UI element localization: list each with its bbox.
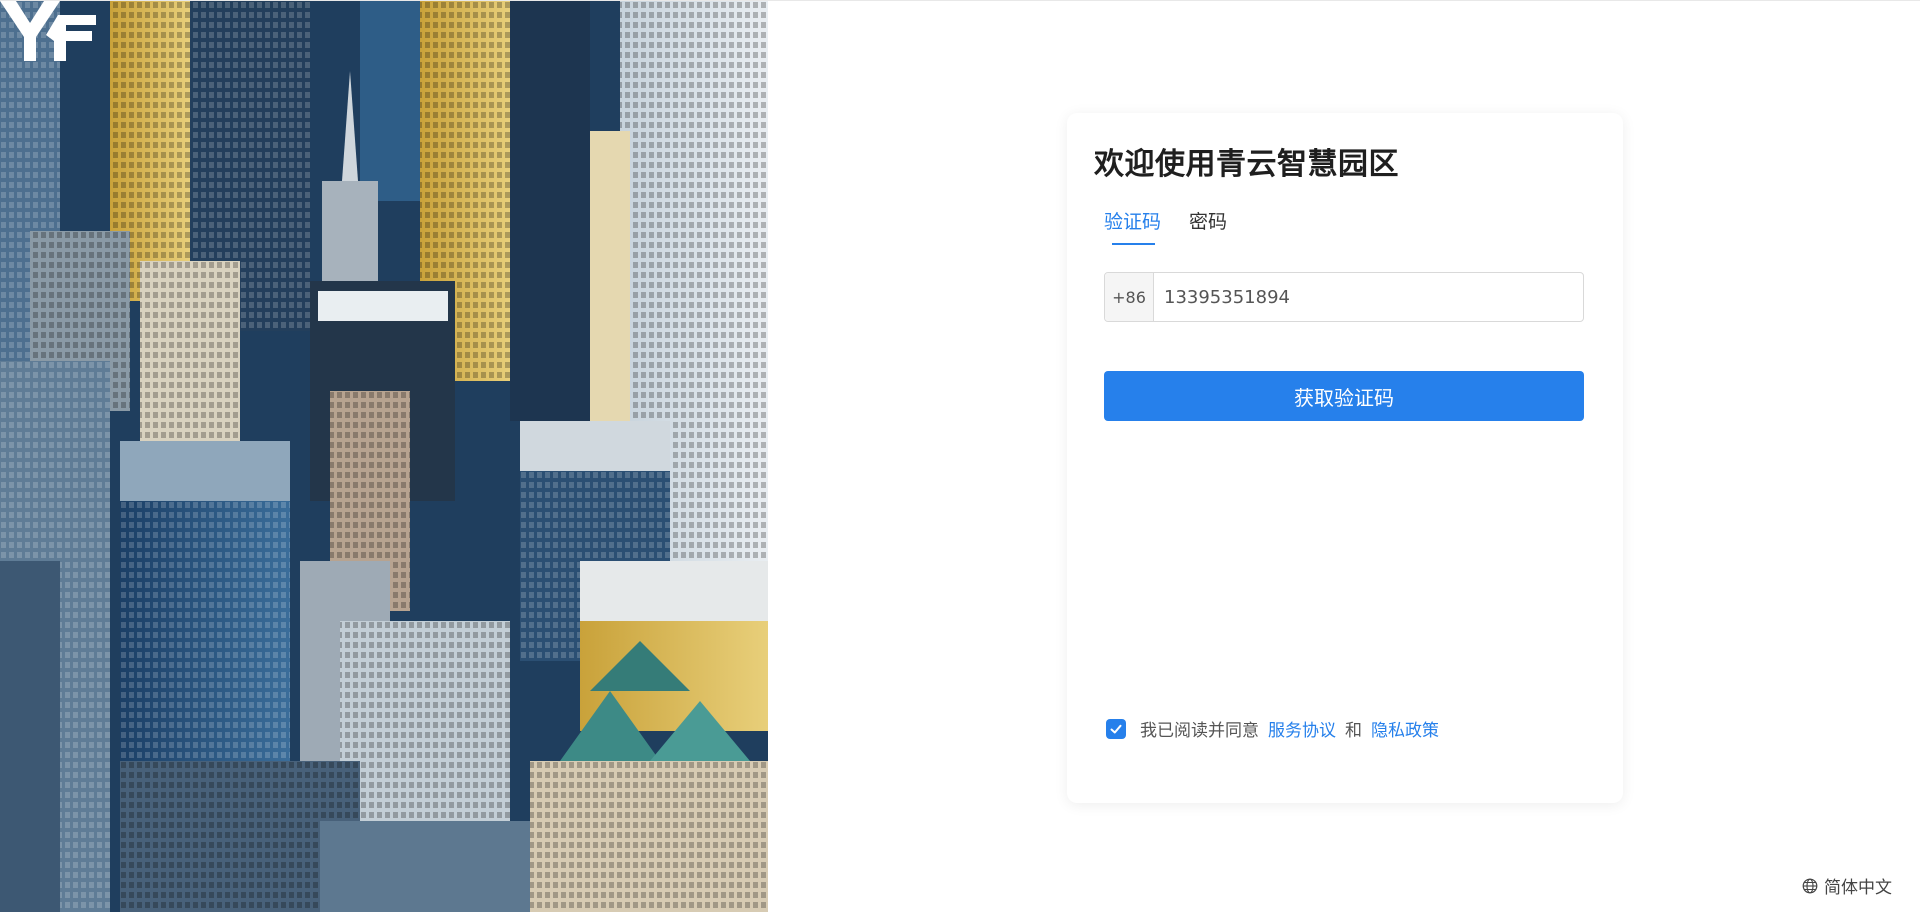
active-tab-indicator (1112, 243, 1155, 245)
check-icon (1110, 724, 1122, 733)
tab-password[interactable]: 密码 (1189, 207, 1227, 234)
agreement-text: 我已阅读并同意 (1140, 721, 1259, 741)
privacy-policy-link[interactable]: 隐私政策 (1371, 716, 1439, 741)
globe-icon (1802, 878, 1818, 893)
city-background-image (0, 1, 768, 912)
country-code-prefix[interactable]: +86 (1105, 273, 1154, 321)
phone-input[interactable] (1154, 273, 1583, 321)
language-label: 简体中文 (1824, 878, 1892, 898)
agreement-checkbox[interactable] (1106, 718, 1126, 739)
agreement-row: 我已阅读并同意 服务协议 和 隐私政策 (1106, 716, 1448, 741)
company-logo (0, 1, 96, 61)
login-card: 欢迎使用青云智慧园区 验证码 密码 +86 获取验证码 我已阅读并同意 服务协议… (1067, 113, 1623, 803)
service-agreement-link[interactable]: 服务协议 (1268, 716, 1336, 741)
phone-field-group: +86 (1104, 272, 1584, 322)
tab-verification-code[interactable]: 验证码 (1104, 207, 1161, 234)
language-switcher[interactable]: 简体中文 (1802, 873, 1892, 898)
city-skyline-illustration (0, 1, 768, 912)
agreement-conjunction: 和 (1345, 721, 1362, 741)
page-title: 欢迎使用青云智慧园区 (1094, 147, 1399, 182)
get-code-button[interactable]: 获取验证码 (1104, 371, 1584, 421)
